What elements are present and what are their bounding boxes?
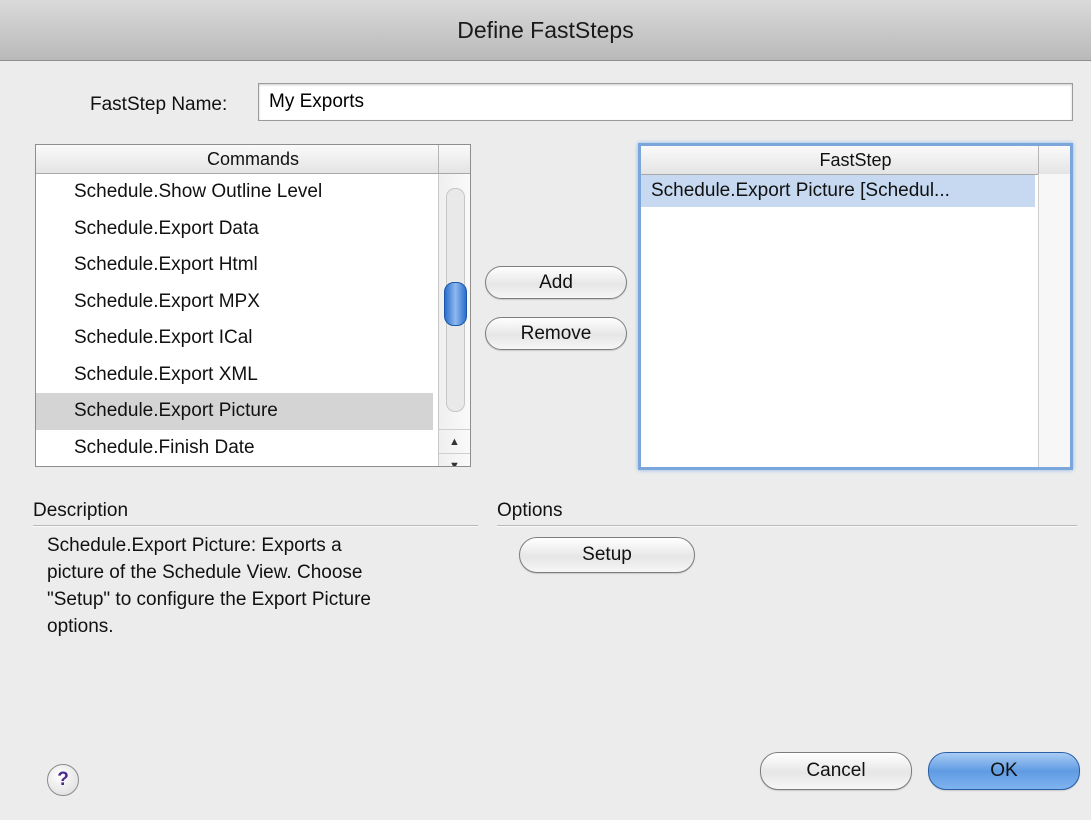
command-item[interactable]: Schedule.Show Outline Level xyxy=(36,174,433,211)
faststep-item-selected[interactable]: Schedule.Export Picture [Schedul... xyxy=(641,175,1035,207)
faststep-column-header[interactable]: FastStep xyxy=(641,146,1070,175)
header-corner xyxy=(1038,146,1070,174)
commands-header-label: Commands xyxy=(206,148,300,169)
faststep-name-input[interactable] xyxy=(258,83,1073,121)
description-line: Schedule.Export Picture: Exports a xyxy=(47,535,342,556)
description-line: "Setup" to configure the Export Picture xyxy=(47,589,372,610)
faststep-scrollbar[interactable] xyxy=(1038,174,1070,467)
command-item[interactable]: Schedule.Export ICal xyxy=(36,320,433,357)
command-item[interactable]: Schedule.Export XML xyxy=(36,357,433,394)
description-line: options. xyxy=(47,616,114,637)
command-item-selected[interactable]: Schedule.Export Picture xyxy=(36,393,433,430)
window-title-bar: Define FastSteps xyxy=(0,0,1091,61)
faststep-header-label: FastStep xyxy=(819,149,892,170)
commands-list[interactable]: Commands Schedule.Show Outline Level Sch… xyxy=(35,144,471,467)
command-item[interactable]: Schedule.Export Data xyxy=(36,211,433,248)
command-item[interactable]: Schedule.Export MPX xyxy=(36,284,433,321)
options-divider xyxy=(497,525,1077,527)
description-divider xyxy=(33,525,478,527)
scroll-up-arrow-icon[interactable]: ▲ xyxy=(439,429,470,454)
faststep-list[interactable]: FastStep Schedule.Export Picture [Schedu… xyxy=(638,143,1073,470)
options-label: Options xyxy=(497,500,563,521)
description-text: Schedule.Export Picture: Exports a pictu… xyxy=(47,532,467,640)
add-button[interactable]: Add xyxy=(485,266,627,299)
remove-button[interactable]: Remove xyxy=(485,317,627,350)
faststep-name-label: FastStep Name: xyxy=(90,94,228,115)
header-corner xyxy=(438,145,470,173)
description-label: Description xyxy=(33,500,129,521)
ok-button[interactable]: OK xyxy=(928,752,1080,790)
command-item[interactable]: Schedule.Export Html xyxy=(36,247,433,284)
cancel-button[interactable]: Cancel xyxy=(760,752,912,790)
scroll-down-arrow-icon[interactable]: ▼ xyxy=(439,453,470,466)
help-icon[interactable]: ? xyxy=(47,764,79,796)
description-line: picture of the Schedule View. Choose xyxy=(47,562,363,583)
commands-scrollbar[interactable]: ▲ ▼ xyxy=(438,174,470,466)
command-item[interactable]: Schedule.Finish Date xyxy=(36,430,433,467)
setup-button[interactable]: Setup xyxy=(519,537,695,573)
window-title: Define FastSteps xyxy=(457,16,634,43)
scrollbar-thumb[interactable] xyxy=(444,282,467,326)
commands-column-header[interactable]: Commands xyxy=(36,145,470,174)
